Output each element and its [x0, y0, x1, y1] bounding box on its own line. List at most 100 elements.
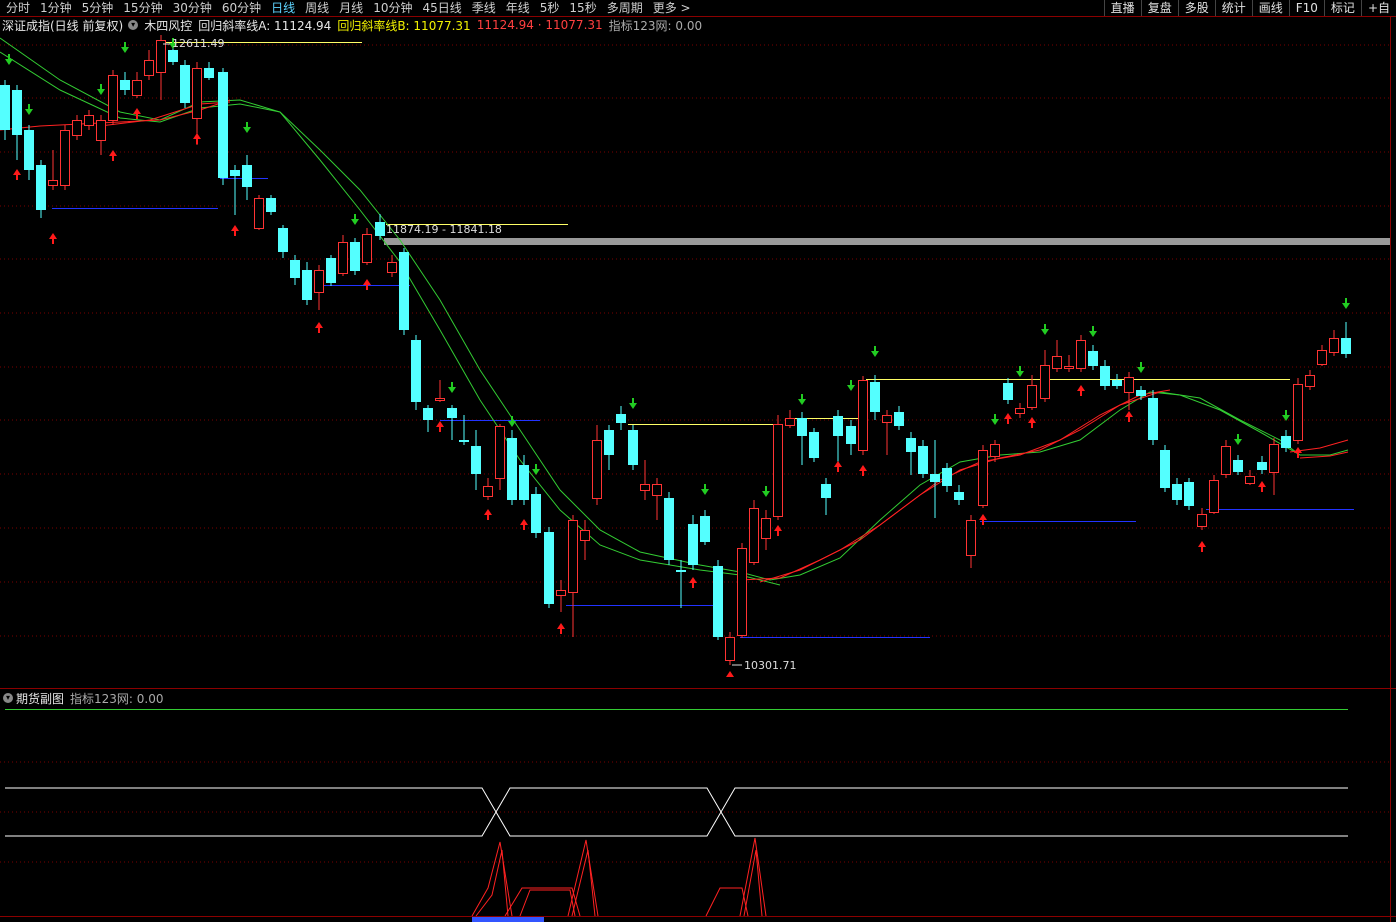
buy-arrow-icon — [133, 108, 141, 119]
sell-arrow-icon — [1137, 362, 1145, 373]
candle-body-up — [1209, 480, 1219, 513]
candle-body-down — [120, 80, 130, 90]
candle-body-up — [990, 444, 1000, 457]
candle-body-down — [616, 414, 626, 423]
candle-body-down — [1136, 390, 1146, 396]
candle-body-down — [12, 90, 22, 135]
sub-indicator-value: 指标123网: 0.00 — [70, 691, 164, 706]
candle-body-down — [399, 252, 409, 330]
sell-arrow-icon — [97, 84, 105, 95]
buy-arrow-icon — [1258, 481, 1266, 492]
sell-arrow-icon — [701, 484, 709, 495]
candle-body-down — [375, 222, 385, 236]
candle-body-down — [1160, 450, 1170, 488]
candle-body-up — [314, 270, 324, 293]
candle-body-down — [1281, 436, 1291, 448]
candle-body-down — [688, 524, 698, 565]
candle-body-down — [230, 170, 240, 176]
candle-body-up — [1293, 384, 1303, 441]
candle-body-up — [132, 80, 142, 96]
candle-body-down — [628, 430, 638, 465]
sell-arrow-icon — [121, 42, 129, 53]
candle-body-down — [833, 416, 843, 436]
candle-body-up — [1076, 340, 1086, 369]
candle-body-down — [1233, 460, 1243, 472]
candle-body-down — [846, 426, 856, 444]
candle-body-up — [1124, 377, 1134, 393]
sell-arrow-icon — [508, 416, 516, 427]
candle-body-up — [1329, 338, 1339, 353]
candle-body-up — [1305, 375, 1315, 387]
sell-arrow-icon — [1041, 324, 1049, 335]
buy-arrow-icon — [109, 150, 117, 161]
sub-red-spike — [519, 889, 576, 917]
chevron-down-icon[interactable]: ▾ — [3, 693, 13, 703]
buy-arrow-icon — [436, 421, 444, 432]
candle-body-down — [411, 340, 421, 402]
candle-body-up — [338, 242, 348, 274]
buy-arrow-icon — [13, 169, 21, 180]
sell-arrow-icon — [629, 398, 637, 409]
low-price-label: 10301.71 — [744, 659, 797, 672]
candle-body-down — [326, 258, 336, 283]
buy-arrow-icon — [1198, 541, 1206, 552]
sub-chart-infobar: ▾ 期货副图 指标123网: 0.00 — [0, 690, 164, 706]
candle-body-down — [1088, 351, 1098, 366]
sell-arrow-icon — [25, 104, 33, 115]
candle-body-up — [96, 120, 106, 141]
candle-body-down — [809, 432, 819, 458]
candle-body-down — [1257, 462, 1267, 470]
buy-arrow-icon — [557, 623, 565, 634]
candle-body-down — [1172, 484, 1182, 500]
candle-body-up — [495, 426, 505, 479]
candle-body-down — [1003, 383, 1013, 400]
candle-body-up — [737, 548, 747, 636]
candle-body-up — [1064, 366, 1074, 369]
candle-body-down — [447, 408, 457, 418]
candle-body-down — [302, 270, 312, 300]
candle-body-up — [761, 518, 771, 539]
candle-body-up — [108, 75, 118, 121]
candle-body-down — [519, 465, 529, 500]
candle-body-up — [387, 262, 397, 273]
sell-arrow-icon — [1234, 434, 1242, 445]
sell-arrow-icon — [762, 486, 770, 497]
sell-arrow-icon — [1089, 326, 1097, 337]
candle-body-up — [785, 418, 795, 426]
buy-arrow-icon — [1077, 385, 1085, 396]
candle-body-down — [180, 65, 190, 103]
sell-arrow-icon — [847, 380, 855, 391]
candle-body-down — [168, 50, 178, 62]
candle-body-up — [725, 637, 735, 661]
sell-arrow-icon — [1016, 366, 1024, 377]
buy-arrow-icon — [689, 577, 697, 588]
candlestick-chart[interactable]: 12611.49 11874.19 - 11841.18 10301.71 — [0, 0, 1396, 922]
candle-body-up — [858, 380, 868, 451]
candle-body-up — [966, 520, 976, 556]
candle-body-up — [580, 530, 590, 541]
buy-arrow-icon — [1294, 447, 1302, 458]
candle-body-down — [1341, 338, 1351, 354]
buy-arrow-icon — [363, 279, 371, 290]
candle-body-up — [978, 450, 988, 506]
buy-arrow-icon — [1125, 411, 1133, 422]
candle-body-up — [1221, 446, 1231, 475]
candle-body-up — [749, 508, 759, 563]
candle-body-up — [1245, 476, 1255, 484]
candle-body-up — [1317, 350, 1327, 365]
candle-body-down — [531, 494, 541, 533]
candle-body-up — [435, 398, 445, 401]
candle-body-up — [1052, 356, 1062, 369]
candle-body-down — [423, 408, 433, 420]
candle-body-up — [84, 115, 94, 126]
sell-arrow-icon — [1282, 410, 1290, 421]
candle-body-down — [664, 498, 674, 560]
candle-body-up — [156, 40, 166, 73]
candle-body-down — [894, 412, 904, 426]
buy-arrow-icon — [484, 509, 492, 520]
candle-body-down — [604, 430, 614, 455]
candle-body-down — [918, 446, 928, 474]
candle-body-up — [1040, 365, 1050, 399]
candle-body-up — [1015, 408, 1025, 414]
candle-body-up — [652, 484, 662, 496]
